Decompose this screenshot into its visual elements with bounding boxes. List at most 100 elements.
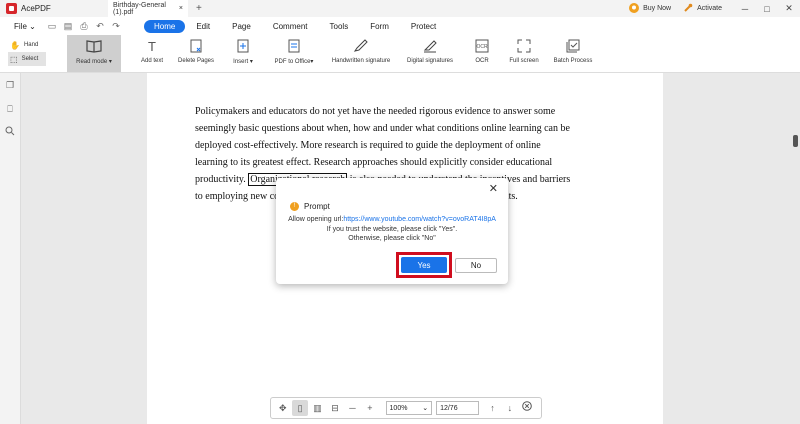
bottom-toolbar: ✥ ▯ ▥ ⊟ ─ + 100% ⌄ 12/76 ↑ ↓ (270, 397, 542, 419)
file-menu-label: File (14, 21, 27, 31)
menu-form[interactable]: Form (359, 22, 400, 31)
move-icon[interactable]: ✥ (275, 400, 290, 416)
maximize-icon[interactable]: □ (756, 4, 778, 14)
book-icon (86, 39, 102, 55)
close-toolbar-icon[interactable] (520, 400, 535, 416)
delete-pages-label: Delete Pages (177, 58, 215, 64)
zoom-out-icon[interactable]: ─ (345, 400, 360, 416)
dialog-url-line: Allow opening url:https://www.youtube.co… (286, 215, 498, 225)
dialog-header: ! Prompt (290, 202, 330, 211)
fullscreen-icon (517, 39, 531, 55)
text-icon: T (148, 39, 156, 54)
thumbnails-icon[interactable]: ❐ (0, 73, 20, 97)
menu-page[interactable]: Page (221, 22, 262, 31)
close-window-icon[interactable]: ✕ (778, 3, 800, 14)
read-mode-label: Read mode ▾ (76, 59, 112, 65)
page-number-input[interactable]: 12/76 (436, 401, 479, 415)
search-icon[interactable] (0, 121, 20, 145)
app-name: AcePDF (21, 4, 51, 13)
title-bar: AcePDF Birthday-General (1).pdf × + Buy … (0, 0, 800, 17)
left-sidebar: ❐ ⎕ (0, 73, 21, 424)
zoom-in-icon[interactable]: + (362, 400, 377, 416)
document-tab-label: Birthday-General (1).pdf (113, 1, 166, 16)
chevron-down-icon: ⌄ (422, 405, 429, 412)
pdf-to-office-button[interactable]: PDF to Office▾ (270, 35, 318, 72)
previous-page-icon[interactable]: ↑ (485, 400, 500, 416)
menu-comment[interactable]: Comment (262, 22, 319, 31)
bookmark-icon[interactable]: ⎕ (0, 97, 20, 121)
digital-signatures-button[interactable]: Digital signatures (402, 35, 458, 72)
menu-protect[interactable]: Protect (400, 22, 447, 31)
select-tool[interactable]: ⬚ Select (8, 52, 46, 66)
activate-button[interactable]: Activate (683, 3, 722, 15)
zoom-select[interactable]: 100% ⌄ (385, 401, 433, 415)
quick-access-toolbar: ▭ ▤ ⎙ ↶ ↷ (44, 21, 144, 32)
insert-button[interactable]: Insert ▾ (228, 35, 258, 72)
read-mode-button[interactable]: Read mode ▾ (67, 35, 121, 72)
app-logo-icon (6, 3, 17, 14)
buy-now-icon (629, 2, 640, 15)
menu-edit[interactable]: Edit (185, 22, 221, 31)
save-icon[interactable]: ▤ (60, 21, 76, 32)
continuous-view-icon[interactable]: ▥ (310, 400, 325, 416)
warning-icon: ! (290, 202, 299, 211)
print-icon[interactable]: ⎙ (76, 21, 92, 32)
page-number-value: 12/76 (440, 404, 458, 412)
zoom-value: 100% (389, 404, 408, 412)
menu-bar: File ⌄ ▭ ▤ ⎙ ↶ ↷ Home Edit Page Comment … (0, 17, 800, 35)
pdf-to-office-icon (288, 39, 300, 55)
dialog-message-line-2: If you trust the website, please click "… (326, 225, 458, 233)
hand-tool[interactable]: ✋ Hand (8, 38, 46, 52)
no-button[interactable]: No (455, 258, 497, 273)
digital-signatures-label: Digital signatures (406, 58, 454, 64)
url-prefix: Allow opening url: (288, 216, 344, 223)
single-page-view-icon[interactable]: ▯ (292, 400, 308, 416)
scrollbar-thumb[interactable] (793, 135, 798, 147)
insert-icon (237, 39, 249, 55)
handwritten-signature-button[interactable]: Handwritten signature (326, 35, 396, 72)
menu-tools[interactable]: Tools (319, 22, 360, 31)
full-screen-label: Full screen (509, 58, 539, 64)
add-text-label: Add text (140, 58, 163, 64)
digital-signature-icon (422, 39, 438, 55)
dialog-message-line-3: Otherwise, please click "No" (348, 235, 436, 242)
open-folder-icon[interactable]: ▭ (44, 21, 60, 32)
redo-icon[interactable]: ↷ (108, 21, 124, 32)
menu-home[interactable]: Home (144, 19, 186, 33)
dialog-url-link[interactable]: https://www.youtube.com/watch?v=ovoRAT4I… (343, 216, 496, 223)
dialog-message: Allow opening url:https://www.youtube.co… (286, 215, 498, 244)
activate-label: Activate (697, 5, 722, 12)
ocr-button[interactable]: OCR OCR (470, 35, 494, 72)
hand-select-group: ✋ Hand ⬚ Select (8, 38, 46, 66)
yes-button[interactable]: Yes (401, 257, 447, 273)
close-tab-icon[interactable]: × (179, 5, 183, 12)
file-menu[interactable]: File ⌄ (0, 22, 44, 31)
new-tab-button[interactable]: + (196, 3, 202, 14)
buy-now-label: Buy Now (643, 5, 672, 12)
next-page-icon[interactable]: ↓ (502, 400, 517, 416)
full-screen-button[interactable]: Full screen (506, 35, 542, 72)
buy-now-button[interactable]: Buy Now (629, 2, 672, 15)
delete-pages-button[interactable]: Delete Pages (174, 35, 218, 72)
ocr-icon: OCR (474, 39, 490, 55)
titlebar-actions: Buy Now Activate ─ □ ✕ (629, 2, 800, 15)
vertical-scrollbar[interactable] (791, 73, 800, 424)
batch-icon (566, 39, 580, 55)
dialog-close-icon[interactable]: ✕ (489, 182, 498, 195)
cursor-icon: ⬚ (10, 54, 18, 64)
add-text-button[interactable]: T Add text (134, 35, 170, 72)
delete-pages-icon (190, 39, 202, 55)
hand-label: Hand (23, 42, 39, 48)
fit-page-icon[interactable]: ⊟ (327, 400, 342, 416)
pdf-to-office-label: PDF to Office▾ (274, 59, 314, 65)
hand-icon: ✋ (10, 40, 20, 50)
batch-process-button[interactable]: Batch Process (550, 35, 596, 72)
select-label: Select (21, 56, 39, 62)
document-tab[interactable]: Birthday-General (1).pdf × (108, 0, 188, 17)
handwritten-signature-label: Handwritten signature (331, 58, 391, 64)
dialog-title: Prompt (304, 202, 330, 211)
minimize-icon[interactable]: ─ (734, 4, 756, 14)
svg-text:OCR: OCR (476, 44, 488, 50)
undo-icon[interactable]: ↶ (92, 21, 108, 32)
key-icon (683, 3, 693, 15)
